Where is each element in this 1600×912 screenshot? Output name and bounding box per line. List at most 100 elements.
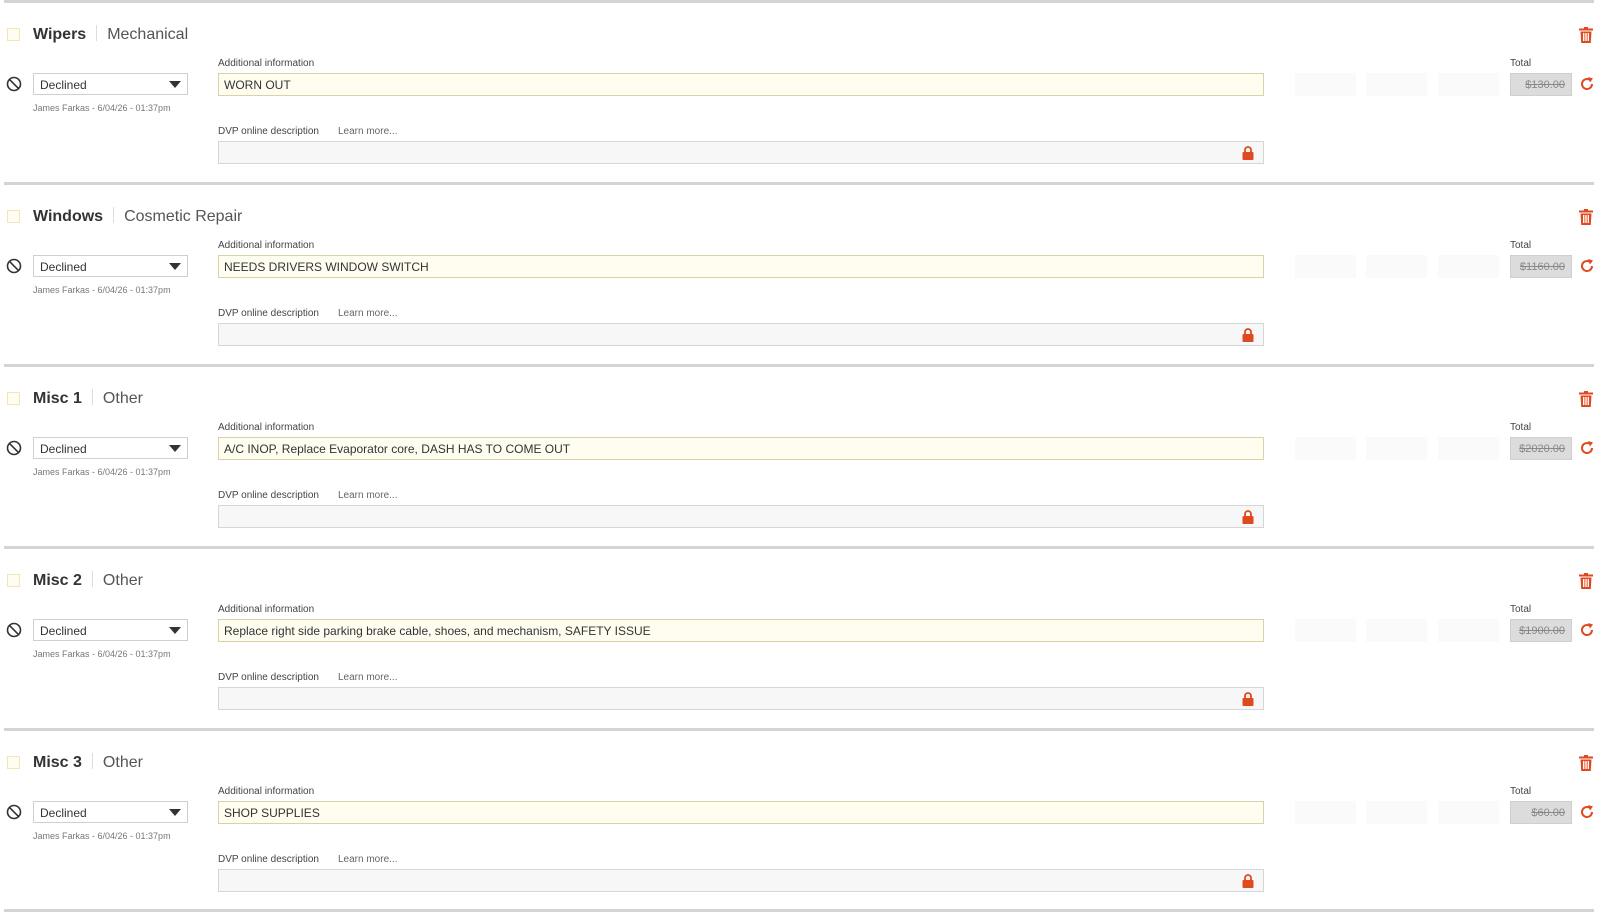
- price-field: [1438, 437, 1499, 460]
- chevron-down-icon: [169, 445, 181, 452]
- additional-info-input[interactable]: Replace right side parking brake cable, …: [218, 619, 1264, 642]
- learn-more-link[interactable]: Learn more...: [338, 854, 397, 865]
- total-label: Total: [1510, 786, 1532, 797]
- declined-icon: [6, 76, 22, 92]
- declined-icon: [6, 440, 22, 456]
- additional-info-input[interactable]: WORN OUT: [218, 73, 1264, 96]
- price-field: [1438, 801, 1499, 824]
- total-label: Total: [1510, 422, 1532, 433]
- item-category: Other: [102, 572, 143, 589]
- price-field: [1366, 801, 1427, 824]
- price-field: [1366, 73, 1427, 96]
- price-field: [1438, 73, 1499, 96]
- learn-more-link[interactable]: Learn more...: [338, 308, 397, 319]
- item-name: Windows: [33, 208, 104, 225]
- item-name: Misc 3: [33, 754, 82, 771]
- service-item-list: Wipers Mechanical Declined James Farkas -…: [0, 0, 1600, 912]
- dvp-description-label: DVP online description: [218, 126, 319, 137]
- reset-icon[interactable]: [1579, 76, 1595, 92]
- status-dropdown[interactable]: Declined: [33, 73, 188, 95]
- item-category: Other: [102, 390, 143, 407]
- service-item: Misc 2 Other Declined James Farkas - 6/04…: [0, 550, 1600, 728]
- item-title: Misc 1 Other: [33, 389, 143, 408]
- trash-icon[interactable]: [1579, 391, 1593, 407]
- author-timestamp: James Farkas - 6/04/26 - 01:37pm: [33, 285, 171, 295]
- dvp-description-input: [218, 323, 1264, 346]
- dvp-description-input: [218, 141, 1264, 164]
- total-label: Total: [1510, 240, 1532, 251]
- declined-icon: [6, 804, 22, 820]
- status-dropdown[interactable]: Declined: [33, 801, 188, 823]
- additional-info-input[interactable]: NEEDS DRIVERS WINDOW SWITCH: [218, 255, 1264, 278]
- total-value: $1160.00: [1510, 255, 1572, 278]
- additional-info-input[interactable]: SHOP SUPPLIES: [218, 801, 1264, 824]
- status-value: Declined: [40, 78, 87, 92]
- price-field: [1295, 801, 1356, 824]
- status-dropdown[interactable]: Declined: [33, 255, 188, 277]
- total-label: Total: [1510, 58, 1532, 69]
- declined-icon: [6, 258, 22, 274]
- trash-icon[interactable]: [1579, 573, 1593, 589]
- additional-info-label: Additional information: [218, 422, 315, 433]
- item-select-checkbox[interactable]: [7, 210, 20, 223]
- service-item: Wipers Mechanical Declined James Farkas -…: [0, 4, 1600, 182]
- additional-info-label: Additional information: [218, 786, 315, 797]
- item-title: Wipers Mechanical: [33, 25, 188, 44]
- title-separator: [91, 571, 93, 587]
- title-separator: [91, 753, 93, 769]
- section-divider: [4, 546, 1594, 549]
- price-field: [1366, 437, 1427, 460]
- status-value: Declined: [40, 260, 87, 274]
- item-name: Misc 2: [33, 572, 82, 589]
- additional-info-label: Additional information: [218, 58, 315, 69]
- reset-icon[interactable]: [1579, 440, 1595, 456]
- dvp-description-label: DVP online description: [218, 308, 319, 319]
- learn-more-link[interactable]: Learn more...: [338, 672, 397, 683]
- item-category: Mechanical: [107, 26, 189, 43]
- item-title: Misc 2 Other: [33, 571, 143, 590]
- dvp-description-label: DVP online description: [218, 672, 319, 683]
- item-select-checkbox[interactable]: [7, 392, 20, 405]
- additional-info-label: Additional information: [218, 604, 315, 615]
- service-item: Windows Cosmetic Repair Declined James Fa…: [0, 186, 1600, 364]
- reset-icon[interactable]: [1579, 622, 1595, 638]
- additional-info-input[interactable]: A/C INOP, Replace Evaporator core, DASH …: [218, 437, 1264, 460]
- author-timestamp: James Farkas - 6/04/26 - 01:37pm: [33, 467, 171, 477]
- author-timestamp: James Farkas - 6/04/26 - 01:37pm: [33, 831, 171, 841]
- total-label: Total: [1510, 604, 1532, 615]
- item-select-checkbox[interactable]: [7, 28, 20, 41]
- dvp-description-label: DVP online description: [218, 490, 319, 501]
- total-value: $60.00: [1510, 801, 1572, 824]
- status-dropdown[interactable]: Declined: [33, 437, 188, 459]
- item-select-checkbox[interactable]: [7, 574, 20, 587]
- status-dropdown[interactable]: Declined: [33, 619, 188, 641]
- chevron-down-icon: [169, 263, 181, 270]
- learn-more-link[interactable]: Learn more...: [338, 126, 397, 137]
- section-divider: [4, 182, 1594, 185]
- reset-icon[interactable]: [1579, 258, 1595, 274]
- dvp-description-input: [218, 687, 1264, 710]
- author-timestamp: James Farkas - 6/04/26 - 01:37pm: [33, 649, 171, 659]
- dvp-description-input: [218, 505, 1264, 528]
- total-value: $2020.00: [1510, 437, 1572, 460]
- section-divider: [4, 728, 1594, 731]
- item-category: Cosmetic Repair: [124, 208, 243, 225]
- item-select-checkbox[interactable]: [7, 756, 20, 769]
- trash-icon[interactable]: [1579, 755, 1593, 771]
- trash-icon[interactable]: [1579, 209, 1593, 225]
- item-title: Windows Cosmetic Repair: [33, 207, 242, 226]
- title-separator: [91, 389, 93, 405]
- reset-icon[interactable]: [1579, 804, 1595, 820]
- price-field: [1295, 73, 1356, 96]
- service-item: Misc 1 Other Declined James Farkas - 6/04…: [0, 368, 1600, 546]
- trash-icon[interactable]: [1579, 27, 1593, 43]
- author-timestamp: James Farkas - 6/04/26 - 01:37pm: [33, 103, 171, 113]
- item-category: Other: [102, 754, 143, 771]
- status-value: Declined: [40, 442, 87, 456]
- learn-more-link[interactable]: Learn more...: [338, 490, 397, 501]
- item-name: Misc 1: [33, 390, 82, 407]
- title-separator: [113, 207, 115, 223]
- chevron-down-icon: [169, 81, 181, 88]
- dvp-description-label: DVP online description: [218, 854, 319, 865]
- price-field: [1438, 619, 1499, 642]
